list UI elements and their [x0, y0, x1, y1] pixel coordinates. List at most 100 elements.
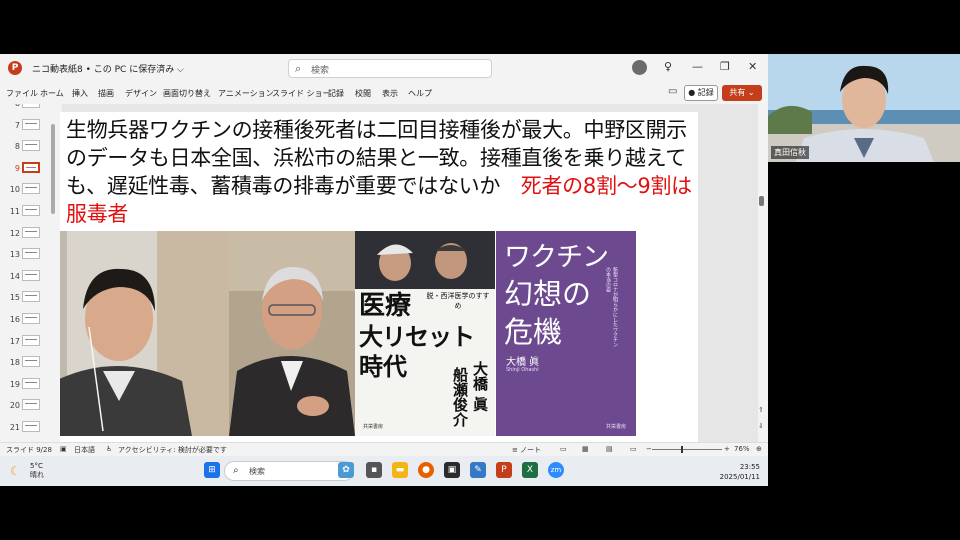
tab-transitions[interactable]: 画面切り替え [163, 88, 211, 99]
spellcheck-icon[interactable]: ▣ [60, 445, 67, 453]
file-title[interactable]: ニコ動表紙8 • この PC に保存済み ⌵ [32, 62, 184, 75]
tab-view[interactable]: 表示 [382, 88, 398, 99]
book2-author-en: Shinji Ohashi [506, 367, 539, 373]
book1-subtitle: 脱・西洋医学のすすめ [426, 292, 490, 310]
app-icon-1[interactable]: ▣ [444, 462, 460, 478]
firefox-icon[interactable]: ● [418, 462, 434, 478]
powerpoint-taskbar-icon[interactable]: P [496, 462, 512, 478]
accessibility-icon[interactable]: ♿ [106, 445, 112, 453]
slide-thumbnail[interactable] [22, 248, 40, 260]
slide-thumbnail[interactable] [22, 118, 40, 130]
tab-help[interactable]: ヘルプ [408, 88, 432, 99]
thumbnail-line [26, 166, 36, 168]
notes-button[interactable]: ≡ ノート [512, 445, 541, 455]
participant-name: 真田信秋 [771, 146, 809, 159]
slide-canvas[interactable]: 生物兵器ワクチンの接種後死者は二回目接種後が最大。中野区開示のデータも日本全国、… [60, 112, 698, 442]
search-box[interactable]: ⌕ 検索 [288, 59, 492, 78]
tab-record[interactable]: 記録 [328, 88, 344, 99]
clock-date: 2025/01/11 [719, 473, 760, 481]
next-slide-icon[interactable]: ⇓ [758, 422, 764, 430]
avatar[interactable] [632, 60, 647, 75]
thumbnail-number: 9 [14, 163, 20, 173]
close-icon[interactable]: ✕ [748, 60, 757, 73]
tab-file[interactable]: ファイル [6, 88, 38, 99]
thumbnail-number: 14 [9, 271, 20, 281]
accessibility-status[interactable]: アクセシビリティ: 検討が必要です [118, 445, 227, 455]
photo-speaker-2[interactable] [229, 231, 355, 436]
normal-view-icon[interactable]: ▭ [560, 445, 567, 453]
thumbnail-scrollbar[interactable] [51, 124, 55, 214]
task-view-icon[interactable]: ▪ [366, 462, 382, 478]
prev-slide-icon[interactable]: ⇑ [758, 406, 764, 414]
restore-icon[interactable]: ❐ [720, 60, 730, 73]
tab-animations[interactable]: アニメーション [218, 88, 274, 99]
slide-vertical-scrollbar[interactable]: ⇑ ⇓ [758, 104, 766, 442]
zoom-in-icon[interactable]: + [724, 445, 730, 453]
slide-thumbnail[interactable] [22, 161, 40, 173]
excel-taskbar-icon[interactable]: X [522, 462, 538, 478]
record-button[interactable]: ● 記録 [684, 85, 718, 101]
tab-slideshow[interactable]: スライド ショー [272, 88, 331, 99]
zoom-slider[interactable] [652, 449, 722, 450]
slide-thumbnail[interactable] [22, 269, 40, 281]
language[interactable]: 日本語 [74, 445, 95, 455]
book-cover-iryou[interactable]: 脱・西洋医学のすすめ 医療 大リセット 時代 大橋 眞 船瀬俊介 共栄書房 [355, 231, 495, 436]
slide-thumbnail[interactable] [22, 226, 40, 238]
slide-thumbnail[interactable] [22, 377, 40, 389]
thumbnail-number: 16 [9, 315, 20, 324]
slide-thumbnail[interactable] [22, 334, 40, 346]
thumbnail-line [25, 187, 37, 189]
book2-title-line1: ワクチン [504, 242, 609, 273]
clock[interactable]: 23:55 2025/01/11 [704, 462, 760, 482]
thumbnail-number: 8 [14, 142, 20, 152]
thumbnail-number: 13 [9, 250, 20, 260]
thumbnail-number: 21 [9, 423, 20, 432]
tab-insert[interactable]: 挿入 [72, 88, 88, 99]
app-icon-2[interactable]: ✎ [470, 462, 486, 478]
zoom-slider-knob[interactable] [681, 446, 683, 453]
zoom-app-icon[interactable]: zm [548, 462, 564, 478]
title-bar: P ニコ動表紙8 • この PC に保存済み ⌵ ⌕ 検索 ♀ — ❐ ✕ [0, 54, 768, 82]
tab-review[interactable]: 校閲 [355, 88, 371, 99]
book2-side-text: 新型コロナが明らかにしたワクチンの本当の姿 [605, 267, 618, 347]
thumbnail-line [25, 317, 37, 318]
file-explorer-icon[interactable]: ▬ [392, 462, 408, 478]
book-cover-wakuchin[interactable]: ワクチン 幻想の 危機 新型コロナが明らかにしたワクチンの本当の姿 大橋 眞 S… [496, 231, 636, 436]
search-icon: ⌕ [295, 62, 302, 75]
slide-thumbnail[interactable] [22, 205, 40, 216]
slide-thumbnail[interactable] [22, 104, 40, 108]
fit-slide-icon[interactable]: ⊕ [756, 445, 762, 453]
slide-title[interactable]: 生物兵器ワクチンの接種後死者は二回目接種後が最大。中野区開示のデータも日本全国、… [66, 116, 694, 228]
webcam-overlay[interactable]: 真田信秋 [768, 54, 960, 162]
slide-thumbnail[interactable] [22, 356, 40, 368]
powerpoint-window: P ニコ動表紙8 • この PC に保存済み ⌵ ⌕ 検索 ♀ — ❐ ✕ ファ… [0, 54, 768, 456]
slide-thumbnail[interactable] [22, 183, 40, 195]
zoom-out-icon[interactable]: − [646, 445, 652, 453]
lightbulb-icon[interactable]: ♀ [664, 60, 672, 73]
slideshow-icon[interactable]: ▭ [630, 445, 637, 453]
share-button[interactable]: 共有 ⌄ [722, 85, 762, 101]
photo-speaker-1[interactable] [60, 231, 229, 436]
thumbnail-line [25, 122, 37, 124]
comment-icon[interactable]: ▭ [668, 86, 677, 97]
windows-taskbar: ☾ 5°C 晴れ ⊞ ⌕ 検索 ✿ ▪ ▬ ● ▣ ✎ P X zm 23:55 2… [0, 456, 768, 486]
slide-sorter-icon[interactable]: ▦ [582, 445, 589, 453]
scroll-thumb[interactable] [759, 196, 764, 206]
tab-draw[interactable]: 描画 [98, 88, 114, 99]
tab-design[interactable]: デザイン [125, 88, 157, 99]
slide-thumbnail[interactable] [22, 421, 40, 432]
book2-title-line2: 幻想の [504, 277, 592, 311]
start-icon[interactable]: ⊞ [204, 462, 220, 478]
search-highlight-icon[interactable]: ✿ [338, 462, 354, 478]
thumbnail-pane: 6 7 8 9 10 11 12 13 14 15 16 17 18 19 20 21 [0, 104, 56, 442]
slide-thumbnail[interactable] [22, 291, 40, 303]
book1-title-line3: 時代 [359, 353, 407, 381]
zoom-level[interactable]: 76% [734, 445, 750, 453]
slide-thumbnail[interactable] [22, 399, 40, 411]
minimize-icon[interactable]: — [692, 60, 703, 73]
slide-thumbnail[interactable] [22, 140, 40, 152]
slide-thumbnail[interactable] [22, 313, 40, 324]
taskbar-search[interactable]: ⌕ 検索 [224, 461, 354, 481]
tab-home[interactable]: ホーム [40, 88, 64, 99]
reading-view-icon[interactable]: ▤ [606, 445, 613, 453]
